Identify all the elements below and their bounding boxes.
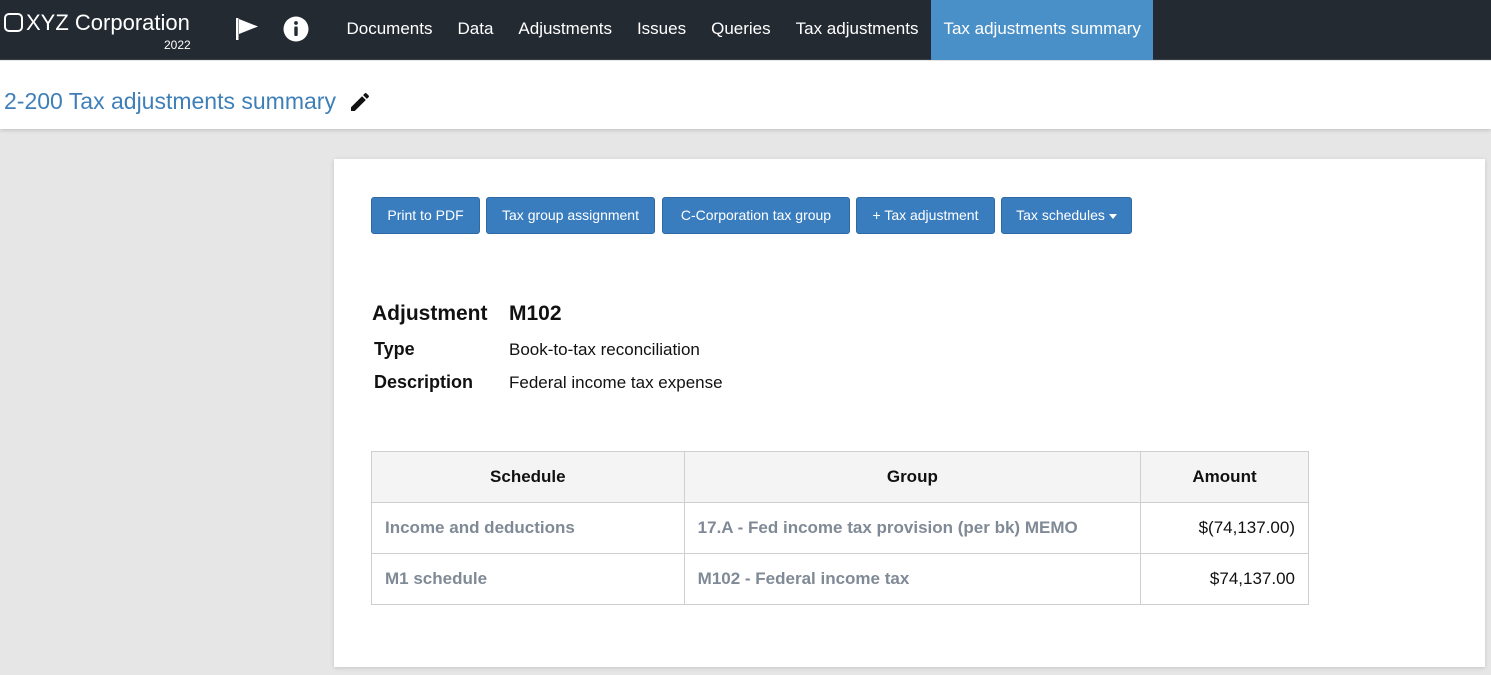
column-header-amount: Amount: [1140, 451, 1309, 503]
group-link[interactable]: M102 - Federal income tax: [683, 553, 1142, 605]
company-logo-icon: [4, 13, 23, 32]
schedule-link[interactable]: Income and deductions: [371, 502, 685, 554]
tab-tax-adjustments[interactable]: Tax adjustments: [783, 0, 931, 60]
tab-data[interactable]: Data: [445, 0, 506, 60]
main-nav: Documents Data Adjustments Issues Querie…: [334, 0, 1154, 60]
description-value: Federal income tax expense: [509, 373, 723, 392]
tab-queries[interactable]: Queries: [699, 0, 784, 60]
type-value: Book-to-tax reconciliation: [509, 340, 700, 359]
amount-cell: $(74,137.00): [1140, 502, 1309, 554]
amount-cell: $74,137.00: [1140, 553, 1309, 605]
column-header-group: Group: [683, 451, 1142, 503]
table-header-row: Schedule Group Amount: [371, 451, 1309, 503]
table-row: M1 schedule M102 - Federal income tax $7…: [371, 553, 1309, 605]
tab-tax-adjustments-summary[interactable]: Tax adjustments summary: [930, 0, 1154, 60]
schedule-link[interactable]: M1 schedule: [371, 553, 685, 605]
flag-icon[interactable]: [232, 14, 262, 44]
tax-schedules-label: Tax schedules: [1016, 207, 1105, 223]
caret-down-icon: [1108, 213, 1117, 219]
top-navbar: XYZ Corporation 2022 Documents Data Adju…: [0, 0, 1491, 60]
adjustment-label: Adjustment: [372, 302, 488, 325]
company-brand[interactable]: XYZ Corporation 2022: [4, 8, 204, 54]
page-header: 2-200 Tax adjustments summary: [0, 61, 1491, 129]
pencil-icon[interactable]: [348, 90, 372, 114]
description-label: Description: [374, 372, 474, 392]
table-row: Income and deductions 17.A - Fed income …: [371, 502, 1309, 554]
tax-group-assignment-button[interactable]: Tax group assignment: [486, 197, 655, 234]
tax-adjustments-table: Schedule Group Amount Income and deducti…: [371, 451, 1309, 605]
group-link[interactable]: 17.A - Fed income tax provision (per bk)…: [683, 502, 1142, 554]
tax-year: 2022: [164, 38, 191, 52]
type-label: Type: [374, 339, 415, 359]
tax-schedules-dropdown[interactable]: Tax schedules: [1001, 197, 1132, 234]
tab-issues[interactable]: Issues: [624, 0, 698, 60]
add-tax-adjustment-button[interactable]: + Tax adjustment: [856, 197, 995, 234]
c-corporation-tax-group-button[interactable]: C-Corporation tax group: [662, 197, 850, 234]
tab-documents[interactable]: Documents: [334, 0, 445, 60]
info-icon[interactable]: [281, 14, 311, 44]
column-header-schedule: Schedule: [371, 451, 685, 503]
page-title: 2-200 Tax adjustments summary: [4, 88, 336, 114]
print-to-pdf-button[interactable]: Print to PDF: [371, 197, 480, 234]
summary-card: Print to PDF Tax group assignment C-Corp…: [334, 159, 1485, 667]
tab-adjustments[interactable]: Adjustments: [506, 0, 625, 60]
company-name: XYZ Corporation: [26, 10, 190, 35]
adjustment-code: M102: [509, 302, 562, 325]
